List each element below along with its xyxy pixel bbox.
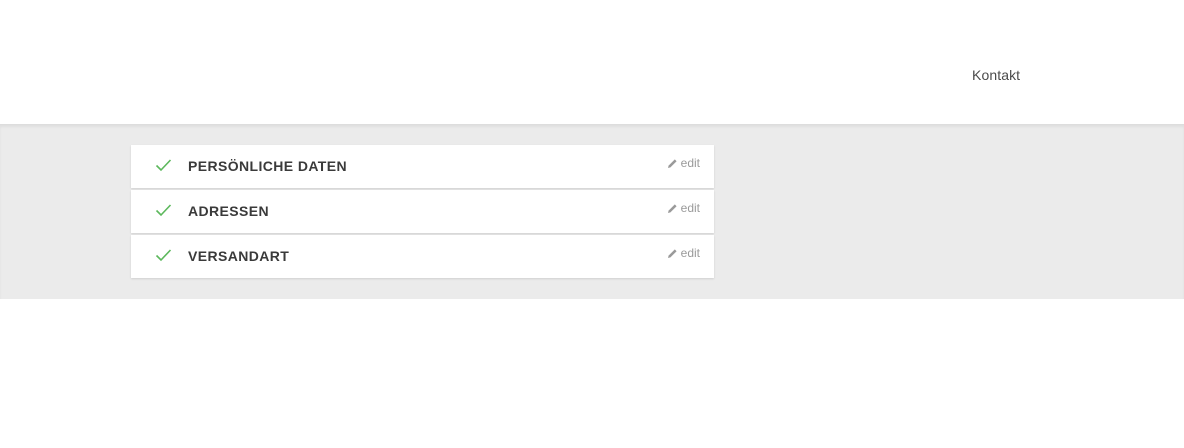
step-shipping-method: VERSANDART edit — [131, 235, 714, 278]
check-icon — [155, 248, 172, 262]
check-icon — [155, 158, 172, 172]
contact-link[interactable]: Kontakt — [972, 67, 1020, 83]
step-title: VERSANDART — [188, 248, 290, 264]
edit-shipping-method-button[interactable]: edit — [667, 246, 700, 260]
pencil-icon — [667, 158, 677, 168]
edit-label: edit — [680, 156, 700, 170]
edit-addresses-button[interactable]: edit — [667, 201, 700, 215]
check-icon — [155, 203, 172, 217]
step-addresses: ADRESSEN edit — [131, 190, 714, 233]
step-title: PERSÖNLICHE DATEN — [188, 158, 347, 174]
page-header: Kontakt — [0, 0, 1184, 124]
pencil-icon — [667, 248, 677, 258]
checkout-steps: PERSÖNLICHE DATEN edit ADRESSEN edit VER… — [131, 145, 714, 280]
step-title: ADRESSEN — [188, 203, 269, 219]
edit-personal-data-button[interactable]: edit — [667, 156, 700, 170]
edit-label: edit — [680, 201, 700, 215]
edit-label: edit — [680, 246, 700, 260]
pencil-icon — [667, 203, 677, 213]
step-personal-data: PERSÖNLICHE DATEN edit — [131, 145, 714, 188]
